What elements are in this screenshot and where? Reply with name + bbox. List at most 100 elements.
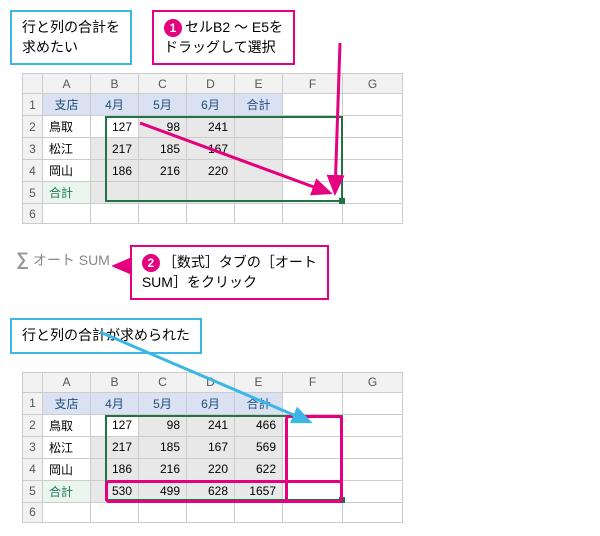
cell-A6-2[interactable]: [43, 502, 91, 522]
cell-D5[interactable]: [187, 182, 235, 204]
cell-branch-header[interactable]: 支店: [43, 94, 91, 116]
cell-F1-2[interactable]: [283, 392, 343, 414]
col-E[interactable]: E: [235, 74, 283, 94]
cell-F4-2[interactable]: [283, 458, 343, 480]
cell-G6-2[interactable]: [343, 502, 403, 522]
cell-C6-2[interactable]: [139, 502, 187, 522]
cell-B4-2[interactable]: 186: [91, 458, 139, 480]
col-C-2[interactable]: C: [139, 372, 187, 392]
cell-F6[interactable]: [283, 204, 343, 224]
cell-B5-2[interactable]: 530: [91, 480, 139, 502]
cell-D2[interactable]: 241: [187, 116, 235, 138]
cell-B2[interactable]: 127: [91, 116, 139, 138]
row-2[interactable]: 2: [23, 116, 43, 138]
col-A-2[interactable]: A: [43, 372, 91, 392]
cell-D3[interactable]: 167: [187, 138, 235, 160]
col-F-2[interactable]: F: [283, 372, 343, 392]
col-D[interactable]: D: [187, 74, 235, 94]
cell-C5-2[interactable]: 499: [139, 480, 187, 502]
cell-E6[interactable]: [235, 204, 283, 224]
cell-m6-header[interactable]: 6月: [187, 94, 235, 116]
autosum-button[interactable]: ∑ オート SUM: [10, 245, 116, 274]
cell-m4-header-2[interactable]: 4月: [91, 392, 139, 414]
col-D-2[interactable]: D: [187, 372, 235, 392]
col-A[interactable]: A: [43, 74, 91, 94]
cell-E4-2[interactable]: 622: [235, 458, 283, 480]
col-B-2[interactable]: B: [91, 372, 139, 392]
cell-F5-2[interactable]: [283, 480, 343, 502]
col-E-2[interactable]: E: [235, 372, 283, 392]
cell-F3-2[interactable]: [283, 436, 343, 458]
cell-F2-2[interactable]: [283, 414, 343, 436]
cell-G3-2[interactable]: [343, 436, 403, 458]
cell-E6-2[interactable]: [235, 502, 283, 522]
col-C[interactable]: C: [139, 74, 187, 94]
cell-D4-2[interactable]: 220: [187, 458, 235, 480]
cell-G2-2[interactable]: [343, 414, 403, 436]
cell-B2-2[interactable]: 127: [91, 414, 139, 436]
cell-okayama[interactable]: 岡山: [43, 160, 91, 182]
cell-tottori-2[interactable]: 鳥取: [43, 414, 91, 436]
cell-C3[interactable]: 185: [139, 138, 187, 160]
cell-C5[interactable]: [139, 182, 187, 204]
col-F[interactable]: F: [283, 74, 343, 94]
cell-C2-2[interactable]: 98: [139, 414, 187, 436]
cell-total-label-2[interactable]: 合計: [43, 480, 91, 502]
cell-D6[interactable]: [187, 204, 235, 224]
row-4-2[interactable]: 4: [23, 458, 43, 480]
cell-B3[interactable]: 217: [91, 138, 139, 160]
cell-D6-2[interactable]: [187, 502, 235, 522]
cell-branch-header-2[interactable]: 支店: [43, 392, 91, 414]
cell-matsue[interactable]: 松江: [43, 138, 91, 160]
cell-total-header-2[interactable]: 合計: [235, 392, 283, 414]
cell-G1-2[interactable]: [343, 392, 403, 414]
cell-B3-2[interactable]: 217: [91, 436, 139, 458]
corner-cell-2[interactable]: [23, 372, 43, 392]
cell-total-label[interactable]: 合計: [43, 182, 91, 204]
selection-handle[interactable]: [339, 198, 345, 204]
cell-G2[interactable]: [343, 116, 403, 138]
cell-B4[interactable]: 186: [91, 160, 139, 182]
cell-F1[interactable]: [283, 94, 343, 116]
cell-E2-2[interactable]: 466: [235, 414, 283, 436]
cell-E3[interactable]: [235, 138, 283, 160]
cell-okayama-2[interactable]: 岡山: [43, 458, 91, 480]
cell-C3-2[interactable]: 185: [139, 436, 187, 458]
cell-C6[interactable]: [139, 204, 187, 224]
cell-F2[interactable]: [283, 116, 343, 138]
cell-m4-header[interactable]: 4月: [91, 94, 139, 116]
cell-F6-2[interactable]: [283, 502, 343, 522]
cell-G4-2[interactable]: [343, 458, 403, 480]
cell-C2[interactable]: 98: [139, 116, 187, 138]
cell-B6-2[interactable]: [91, 502, 139, 522]
row-3[interactable]: 3: [23, 138, 43, 160]
col-G-2[interactable]: G: [343, 372, 403, 392]
col-B[interactable]: B: [91, 74, 139, 94]
cell-F4[interactable]: [283, 160, 343, 182]
row-2-2[interactable]: 2: [23, 414, 43, 436]
cell-C4[interactable]: 216: [139, 160, 187, 182]
cell-m5-header-2[interactable]: 5月: [139, 392, 187, 414]
sheet-table-after[interactable]: A B C D E F G 1 支店 4月 5月 6月 合計 2 鳥取 127 …: [22, 372, 403, 523]
row-6-2[interactable]: 6: [23, 502, 43, 522]
row-1-2[interactable]: 1: [23, 392, 43, 414]
row-1[interactable]: 1: [23, 94, 43, 116]
row-6[interactable]: 6: [23, 204, 43, 224]
cell-D2-2[interactable]: 241: [187, 414, 235, 436]
cell-B6[interactable]: [91, 204, 139, 224]
cell-m5-header[interactable]: 5月: [139, 94, 187, 116]
sheet-table-before[interactable]: A B C D E F G 1 支店 4月 5月 6月 合計 2 鳥取 127 …: [22, 73, 403, 224]
cell-A6[interactable]: [43, 204, 91, 224]
cell-G5-2[interactable]: [343, 480, 403, 502]
cell-total-header[interactable]: 合計: [235, 94, 283, 116]
selection-handle-2[interactable]: [339, 497, 345, 503]
cell-D5-2[interactable]: 628: [187, 480, 235, 502]
cell-D4[interactable]: 220: [187, 160, 235, 182]
cell-E4[interactable]: [235, 160, 283, 182]
cell-G5[interactable]: [343, 182, 403, 204]
row-5-2[interactable]: 5: [23, 480, 43, 502]
cell-E3-2[interactable]: 569: [235, 436, 283, 458]
cell-G1[interactable]: [343, 94, 403, 116]
cell-B5[interactable]: [91, 182, 139, 204]
cell-C4-2[interactable]: 216: [139, 458, 187, 480]
